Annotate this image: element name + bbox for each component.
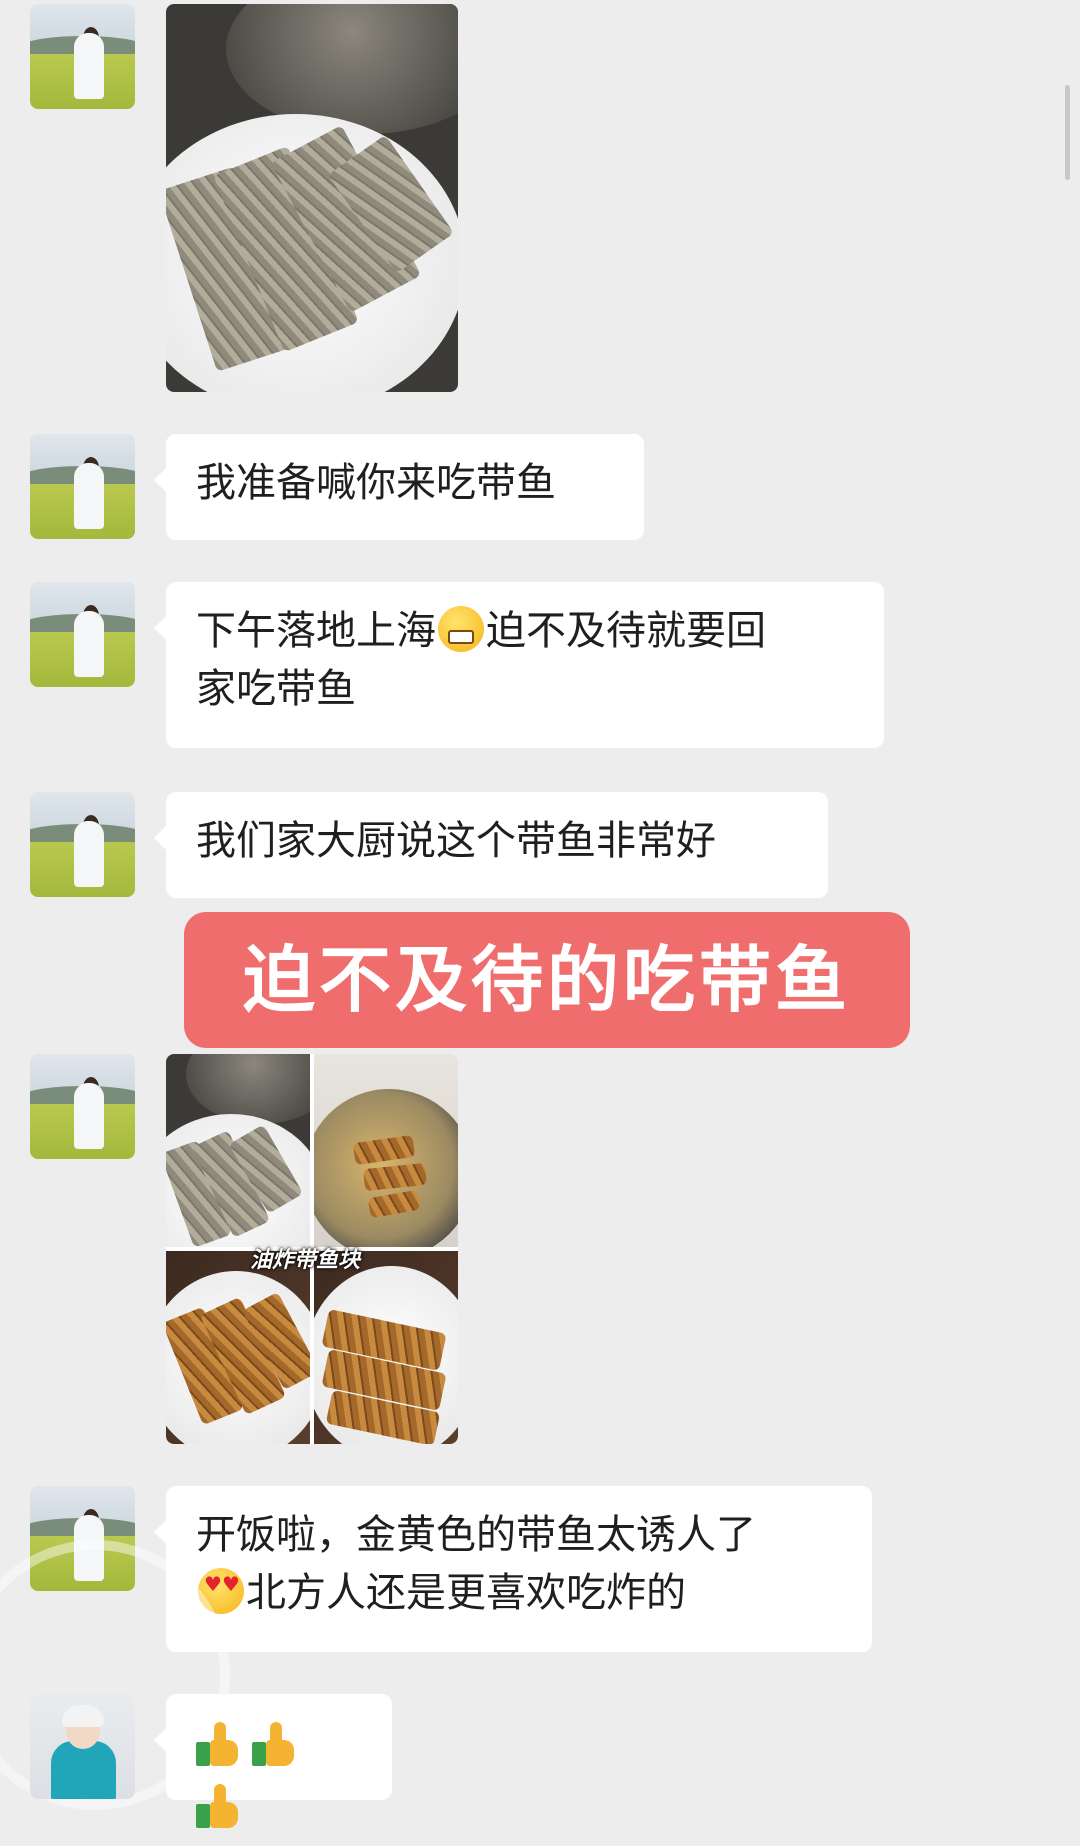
message-text: 下午落地上海	[196, 608, 436, 654]
avatar[interactable]	[30, 4, 135, 109]
thumbs-up-icon	[196, 1722, 242, 1768]
message-text: 我们家大厨说这个带鱼非常好	[196, 818, 716, 864]
caption-banner: 迫不及待的吃带鱼	[184, 912, 910, 1048]
avatar[interactable]	[30, 582, 135, 687]
message-text: 家吃带鱼	[196, 666, 356, 712]
message-bubble[interactable]	[154, 1694, 392, 1828]
message-bubble[interactable]: 我们家大厨说这个带鱼非常好	[154, 792, 828, 898]
scrollbar[interactable]	[1065, 85, 1070, 180]
thumbs-up-icon	[252, 1722, 298, 1768]
avatar[interactable]	[30, 434, 135, 539]
grinning-face-icon	[438, 606, 484, 652]
avatar[interactable]	[30, 1054, 135, 1159]
collage-tile	[166, 1054, 310, 1247]
collage-tile	[314, 1054, 458, 1247]
message-bubble[interactable]: 下午落地上海 迫不及待就要回 家吃带鱼	[154, 582, 884, 748]
message-text: 我准备喊你来吃带鱼	[196, 460, 556, 506]
message-text: 开饭啦，金黄色的带鱼太诱人了	[196, 1512, 756, 1558]
image-overlay-label: 油炸带鱼块	[250, 1248, 361, 1273]
message-text: 北方人还是更喜欢吃炸的	[246, 1570, 686, 1616]
avatar[interactable]	[30, 792, 135, 897]
message-bubble[interactable]: 开饭啦，金黄色的带鱼太诱人了 北方人还是更喜欢吃炸的	[154, 1486, 872, 1652]
message-bubble[interactable]: 我准备喊你来吃带鱼	[154, 434, 644, 540]
avatar[interactable]	[30, 1694, 135, 1799]
collage-tile	[166, 1251, 310, 1444]
thumbs-up-icon	[196, 1784, 242, 1830]
message-text: 迫不及待就要回	[486, 608, 766, 654]
collage-tile	[314, 1251, 458, 1444]
message-image[interactable]	[166, 4, 458, 392]
